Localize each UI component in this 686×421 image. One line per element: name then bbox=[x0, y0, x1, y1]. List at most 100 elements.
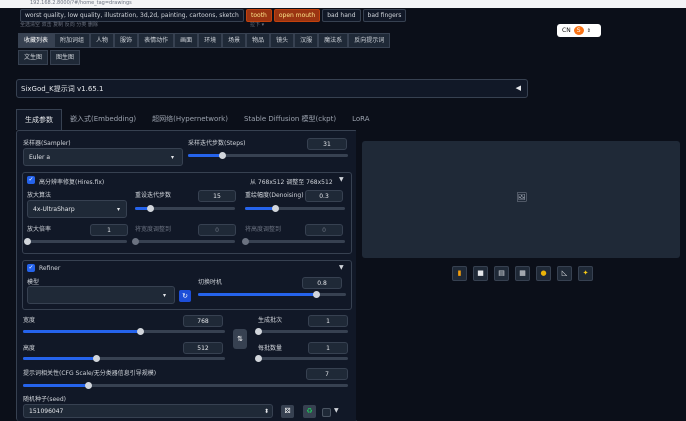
zip-icon[interactable]: ▤ bbox=[494, 266, 509, 281]
batch-count-input[interactable]: 1 bbox=[308, 315, 348, 327]
switch-at-input[interactable]: 0.8 bbox=[302, 277, 342, 289]
tab-category[interactable]: 物品 bbox=[246, 33, 271, 48]
output-image-area[interactable]: 🖼 bbox=[362, 141, 680, 258]
chip-action-row[interactable]: 全选清空 双击 复制 反向 分类 删除 bbox=[20, 21, 98, 28]
collapse-arrow-icon[interactable]: ◀ bbox=[516, 84, 521, 92]
recycle-icon[interactable]: ♻ bbox=[303, 405, 316, 418]
tab-category[interactable]: 表情动作 bbox=[138, 33, 175, 48]
batch-count-slider[interactable] bbox=[255, 328, 348, 335]
swap-dimensions-button[interactable]: ⇅ bbox=[233, 329, 247, 349]
denoise-slider[interactable] bbox=[245, 205, 345, 212]
prompt-chip[interactable]: bad hand bbox=[322, 9, 361, 22]
expand-triangle-icon[interactable]: ▼ bbox=[334, 407, 339, 414]
chip-dropdown-hint[interactable]: 拉下 ▾ bbox=[250, 21, 264, 28]
slider-handle[interactable] bbox=[24, 238, 31, 245]
resize-height-input[interactable]: 0 bbox=[305, 224, 343, 236]
tab-txt2img[interactable]: 文生图 bbox=[18, 50, 49, 65]
seed-input[interactable]: 151096047 ⬍ bbox=[23, 404, 273, 418]
tab-category[interactable]: 附加词组 bbox=[54, 33, 91, 48]
denoise-input[interactable]: 0.3 bbox=[305, 190, 343, 202]
scale-slider[interactable] bbox=[24, 238, 127, 245]
slider-handle[interactable] bbox=[92, 355, 100, 362]
batch-size-input[interactable]: 1 bbox=[308, 342, 348, 354]
tab-lora[interactable]: LoRA bbox=[344, 109, 377, 129]
slider-handle[interactable] bbox=[218, 152, 226, 159]
refiner-model-select[interactable]: ▾ bbox=[27, 286, 175, 304]
collapse-triangle-icon[interactable]: ▼ bbox=[339, 176, 344, 183]
tab-hypernetwork[interactable]: 超网络(Hypernetwork) bbox=[144, 109, 236, 129]
seed-label: 随机种子(seed) bbox=[23, 396, 66, 403]
dropdown-arrow-icon: ▾ bbox=[170, 153, 174, 161]
width-input[interactable]: 768 bbox=[183, 315, 223, 327]
extra-checkbox[interactable] bbox=[322, 408, 331, 417]
slider-fill bbox=[188, 154, 222, 157]
steps-slider[interactable] bbox=[188, 152, 348, 159]
browser-url[interactable]: 192.168.2.8000/?#/home_tag=drawings bbox=[30, 0, 132, 6]
language-select[interactable]: CN S ⇕ bbox=[557, 24, 601, 37]
slider-handle[interactable] bbox=[132, 238, 139, 245]
sparkle-icon[interactable]: ✦ bbox=[578, 266, 593, 281]
switch-at-slider[interactable] bbox=[198, 291, 346, 298]
slider-handle[interactable] bbox=[272, 205, 279, 212]
tab-favorites[interactable]: 收藏列表 bbox=[18, 33, 55, 48]
palette-icon[interactable]: ● bbox=[536, 266, 551, 281]
height-input[interactable]: 512 bbox=[183, 342, 223, 354]
prompt-chip[interactable]: open mouth bbox=[273, 9, 321, 22]
slider-handle[interactable] bbox=[85, 382, 92, 389]
tab-category[interactable]: 场景 bbox=[222, 33, 247, 48]
tab-generation[interactable]: 生成参数 bbox=[16, 108, 62, 130]
resize-width-slider[interactable] bbox=[132, 238, 235, 245]
resize-height-slider[interactable] bbox=[242, 238, 345, 245]
cfg-input[interactable]: 7 bbox=[306, 368, 348, 380]
tab-embedding[interactable]: 嵌入式(Embedding) bbox=[62, 109, 144, 129]
width-slider[interactable] bbox=[23, 328, 225, 335]
category-tabs: 收藏列表 附加词组 人物 服饰 表情动作 画面 环境 场景 物品 镜头 汉服 魔… bbox=[18, 33, 391, 48]
switch-at-label: 切换时机 bbox=[198, 279, 223, 286]
prompt-chip[interactable]: bad fingers bbox=[362, 9, 407, 22]
ruler-icon[interactable]: ◺ bbox=[557, 266, 572, 281]
folder-icon[interactable]: ▮ bbox=[452, 266, 467, 281]
slider-handle[interactable] bbox=[242, 238, 249, 245]
slider-fill bbox=[23, 357, 96, 360]
tab-category[interactable]: 反向提示词 bbox=[348, 33, 391, 48]
tab-checkpoint[interactable]: Stable Diffusion 模型(ckpt) bbox=[236, 109, 344, 129]
tab-category[interactable]: 镜头 bbox=[270, 33, 295, 48]
collapse-triangle-icon[interactable]: ▼ bbox=[339, 264, 344, 271]
tab-category[interactable]: 魔法系 bbox=[318, 33, 349, 48]
tab-category[interactable]: 画面 bbox=[174, 33, 199, 48]
chevron-updown-icon: ⇕ bbox=[586, 27, 591, 34]
hires-resize-info: 从 768x512 调整至 768x512 bbox=[250, 179, 333, 186]
tab-category[interactable]: 环境 bbox=[198, 33, 223, 48]
resize-height-label: 将高度调整到 bbox=[245, 226, 282, 233]
height-slider[interactable] bbox=[23, 355, 225, 362]
slider-handle[interactable] bbox=[255, 328, 262, 335]
tab-category[interactable]: 人物 bbox=[90, 33, 115, 48]
slider-handle[interactable] bbox=[255, 355, 262, 362]
output-toolbar: ▮ ■ ▤ ▦ ● ◺ ✦ bbox=[452, 266, 593, 281]
steps-input[interactable]: 31 bbox=[307, 138, 347, 150]
hires-steps-slider[interactable] bbox=[135, 205, 235, 212]
refresh-icon[interactable]: ↻ bbox=[179, 290, 191, 302]
slider-handle[interactable] bbox=[147, 205, 154, 212]
dice-icon[interactable]: ⚄ bbox=[281, 405, 294, 418]
cfg-label: 提示词相关性(CFG Scale/无分类器信息引导规模) bbox=[23, 370, 157, 377]
sampler-select[interactable]: Euler a ▾ bbox=[23, 148, 183, 166]
language-logo-icon: S bbox=[573, 26, 584, 35]
tab-category[interactable]: 服饰 bbox=[114, 33, 139, 48]
scale-input[interactable]: 1 bbox=[90, 224, 128, 236]
tab-img2img[interactable]: 图生图 bbox=[50, 50, 81, 65]
cfg-slider[interactable] bbox=[23, 382, 348, 389]
refiner-label: Refiner bbox=[39, 265, 61, 272]
save-icon[interactable]: ■ bbox=[473, 266, 488, 281]
batch-size-slider[interactable] bbox=[255, 355, 348, 362]
upscaler-select[interactable]: 4x-UltraSharp ▾ bbox=[27, 200, 127, 218]
extension-header[interactable]: SixGod_K提示词 v1.65.1 ◀ bbox=[16, 79, 528, 98]
image-send-icon[interactable]: ▦ bbox=[515, 266, 530, 281]
refiner-checkbox[interactable]: ✓ bbox=[27, 264, 35, 272]
batch-size-label: 每批数量 bbox=[258, 345, 283, 352]
hires-steps-input[interactable]: 15 bbox=[198, 190, 236, 202]
tab-category[interactable]: 汉服 bbox=[294, 33, 319, 48]
resize-width-input[interactable]: 0 bbox=[198, 224, 236, 236]
refiner-model-label: 模型 bbox=[27, 279, 40, 286]
hires-checkbox[interactable]: ✓ bbox=[27, 176, 35, 184]
